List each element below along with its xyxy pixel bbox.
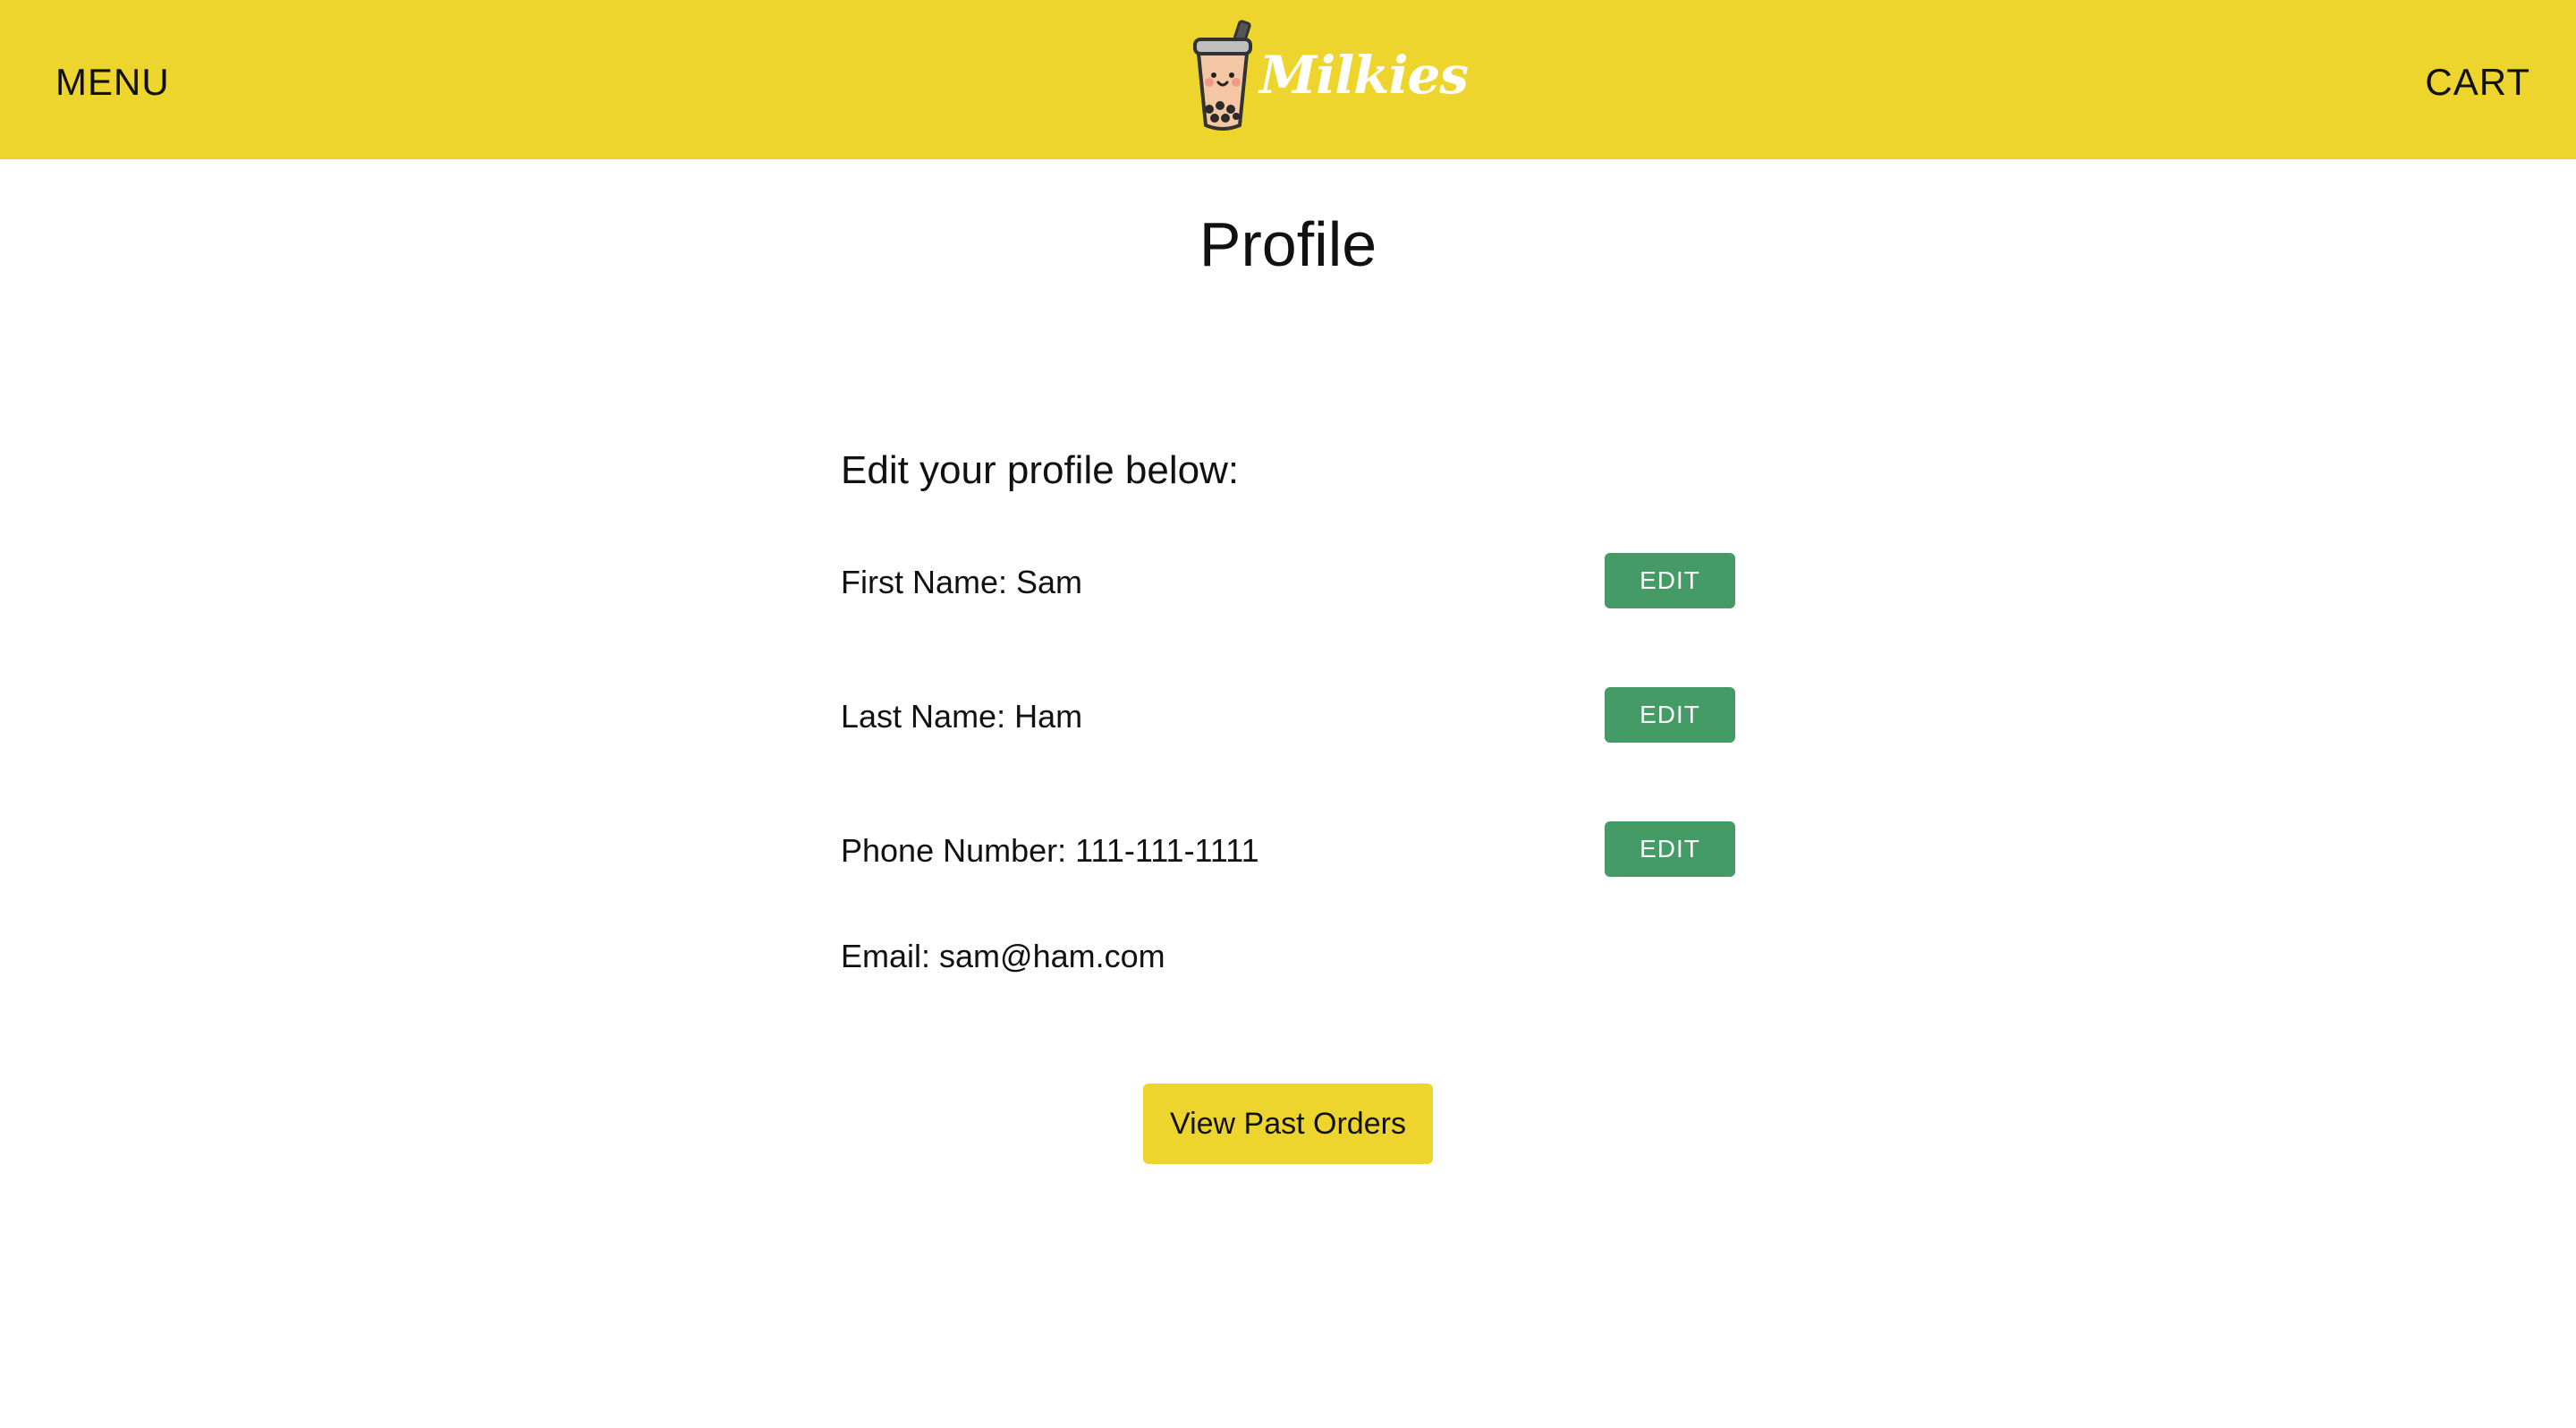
edit-phone-number-button[interactable]: EDIT — [1605, 821, 1735, 877]
first-name-label: First Name: Sam — [841, 564, 1083, 600]
site-header: MENU Milkies CART — [0, 0, 2576, 159]
email-label: Email: sam@ham.com — [841, 938, 1165, 974]
edit-first-name-button[interactable]: EDIT — [1605, 553, 1735, 608]
brand-logo-text: Milkies — [1259, 45, 1469, 106]
phone-number-label: Phone Number: 111-111-1111 — [841, 832, 1259, 869]
menu-link[interactable]: MENU — [55, 55, 170, 109]
profile-intro: Edit your profile below: — [841, 448, 1240, 492]
cart-link[interactable]: CART — [2425, 55, 2530, 109]
view-past-orders-button[interactable]: View Past Orders — [1143, 1084, 1433, 1164]
page-title: Profile — [1199, 209, 1377, 279]
brand-logo[interactable]: Milkies — [1190, 18, 1469, 134]
bubble-tea-cup-icon — [1193, 20, 1252, 131]
last-name-label: Last Name: Ham — [841, 698, 1083, 735]
edit-last-name-button[interactable]: EDIT — [1605, 687, 1735, 743]
